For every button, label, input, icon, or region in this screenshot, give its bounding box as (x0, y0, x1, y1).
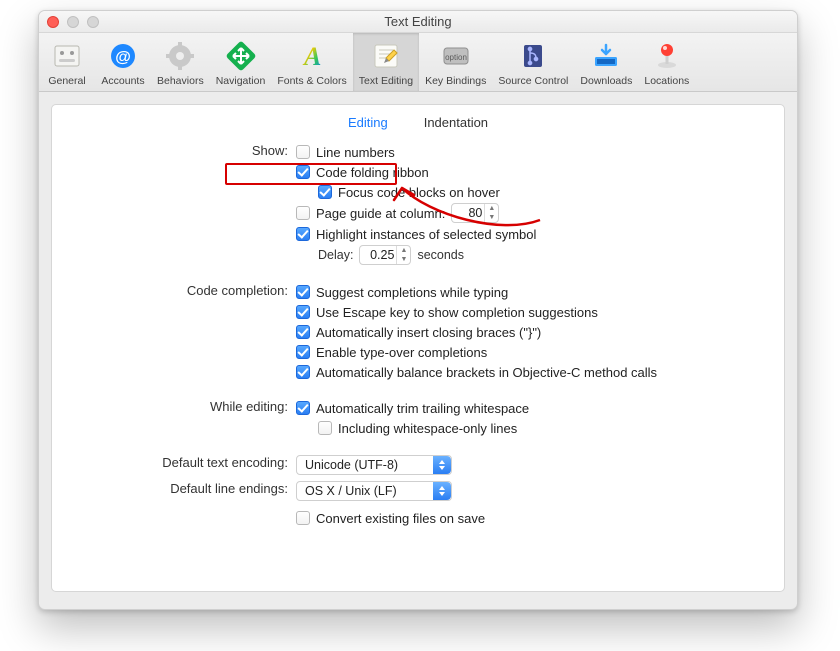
toolbar-text-editing[interactable]: Text Editing (353, 33, 419, 91)
label-seconds: seconds (417, 248, 464, 262)
checkbox-closing-braces[interactable] (296, 325, 310, 339)
zoom-window-button[interactable] (87, 16, 99, 28)
text-code-folding: Code folding ribbon (316, 165, 429, 180)
label-endings: Default line endings: (74, 480, 296, 496)
checkbox-line-numbers[interactable] (296, 145, 310, 159)
subtab-editing[interactable]: Editing (348, 115, 388, 130)
toolbar-label: Fonts & Colors (277, 75, 346, 87)
stepper-value: 80 (468, 206, 482, 220)
toolbar-label: Source Control (498, 75, 568, 87)
stepper-value: 0.25 (370, 248, 394, 262)
select-value: Unicode (UTF-8) (305, 458, 398, 472)
toolbar-general[interactable]: General (39, 33, 95, 91)
text-balance: Automatically balance brackets in Object… (316, 365, 657, 380)
row-code-completion: Code completion: Suggest completions whi… (74, 282, 762, 382)
row-endings: Default line endings: OS X / Unix (LF) (74, 480, 762, 528)
settings-panel: Editing Indentation Show: Line numbers (51, 104, 785, 592)
accounts-icon: @ (106, 39, 140, 73)
stepper-arrows-icon: ▲▼ (484, 204, 498, 222)
toolbar-behaviors[interactable]: Behaviors (151, 33, 210, 91)
toolbar-label: General (48, 75, 85, 87)
text-ws-only: Including whitespace-only lines (338, 421, 517, 436)
text-focus-hover: Focus code blocks on hover (338, 185, 500, 200)
text-suggest: Suggest completions while typing (316, 285, 508, 300)
checkbox-trim-whitespace[interactable] (296, 401, 310, 415)
svg-text:@: @ (115, 49, 131, 66)
label-completion: Code completion: (74, 282, 296, 298)
toolbar-label: Text Editing (359, 75, 413, 87)
checkbox-escape-completions[interactable] (296, 305, 310, 319)
window-traffic-lights (47, 16, 99, 28)
toolbar-navigation[interactable]: Navigation (210, 33, 272, 91)
toolbar-source-control[interactable]: Source Control (492, 33, 574, 91)
downloads-icon (589, 39, 623, 73)
key-bindings-icon: option (439, 39, 473, 73)
text-escape: Use Escape key to show completion sugges… (316, 305, 598, 320)
row-while-editing: While editing: Automatically trim traili… (74, 398, 762, 438)
text-highlight-symbol: Highlight instances of selected symbol (316, 227, 536, 242)
toolbar-downloads[interactable]: Downloads (574, 33, 638, 91)
text-trim: Automatically trim trailing whitespace (316, 401, 529, 416)
toolbar-label: Accounts (101, 75, 144, 87)
form-area: Show: Line numbers Code folding ribbon (52, 142, 784, 528)
toolbar-label: Locations (644, 75, 689, 87)
select-arrows-icon (433, 482, 451, 500)
fonts-colors-icon: A (295, 39, 329, 73)
label-encoding: Default text encoding: (74, 454, 296, 470)
svg-text:A: A (302, 42, 321, 71)
title-bar: Text Editing (39, 11, 797, 33)
checkbox-balance-brackets[interactable] (296, 365, 310, 379)
preferences-window: Text Editing General @ Accounts Behavio (38, 10, 798, 610)
general-icon (50, 39, 84, 73)
window-title: Text Editing (39, 14, 797, 29)
toolbar-accounts[interactable]: @ Accounts (95, 33, 151, 91)
subtab-row: Editing Indentation (52, 115, 784, 130)
select-line-endings[interactable]: OS X / Unix (LF) (296, 481, 452, 501)
text-convert: Convert existing files on save (316, 511, 485, 526)
checkbox-suggest-completions[interactable] (296, 285, 310, 299)
checkbox-focus-hover[interactable] (318, 185, 332, 199)
subtab-indentation[interactable]: Indentation (424, 115, 488, 130)
behaviors-icon (163, 39, 197, 73)
label-show: Show: (74, 142, 296, 158)
checkbox-ws-only-lines[interactable] (318, 421, 332, 435)
close-window-button[interactable] (47, 16, 59, 28)
source-control-icon (516, 39, 550, 73)
stepper-delay[interactable]: 0.25 ▲▼ (359, 245, 411, 265)
checkbox-convert-files[interactable] (296, 511, 310, 525)
select-value: OS X / Unix (LF) (305, 484, 397, 498)
toolbar-locations[interactable]: Locations (638, 33, 695, 91)
row-encoding: Default text encoding: Unicode (UTF-8) (74, 454, 762, 476)
checkbox-page-guide[interactable] (296, 206, 310, 220)
text-line-numbers: Line numbers (316, 145, 395, 160)
checkbox-type-over[interactable] (296, 345, 310, 359)
svg-text:option: option (445, 53, 467, 62)
select-arrows-icon (433, 456, 451, 474)
select-encoding[interactable]: Unicode (UTF-8) (296, 455, 452, 475)
stepper-page-guide-column[interactable]: 80 ▲▼ (451, 203, 499, 223)
checkbox-highlight-symbol[interactable] (296, 227, 310, 241)
label-delay: Delay: (318, 248, 353, 262)
locations-icon (650, 39, 684, 73)
text-closing: Automatically insert closing braces ("}"… (316, 325, 541, 340)
toolbar-label: Behaviors (157, 75, 204, 87)
toolbar-label: Downloads (580, 75, 632, 87)
label-while-editing: While editing: (74, 398, 296, 414)
navigation-icon (224, 39, 258, 73)
stepper-arrows-icon: ▲▼ (396, 246, 410, 264)
toolbar-label: Key Bindings (425, 75, 486, 87)
panel-background: Editing Indentation Show: Line numbers (39, 92, 797, 604)
toolbar-label: Navigation (216, 75, 266, 87)
toolbar-key-bindings[interactable]: option Key Bindings (419, 33, 492, 91)
text-typeover: Enable type-over completions (316, 345, 487, 360)
minimize-window-button[interactable] (67, 16, 79, 28)
toolbar-fonts-colors[interactable]: A Fonts & Colors (271, 33, 352, 91)
text-editing-icon (369, 39, 403, 73)
text-page-guide: Page guide at column: (316, 206, 445, 221)
row-show: Show: Line numbers Code folding ribbon (74, 142, 762, 266)
checkbox-code-folding[interactable] (296, 165, 310, 179)
preferences-toolbar: General @ Accounts Behaviors Navigation (39, 33, 797, 92)
